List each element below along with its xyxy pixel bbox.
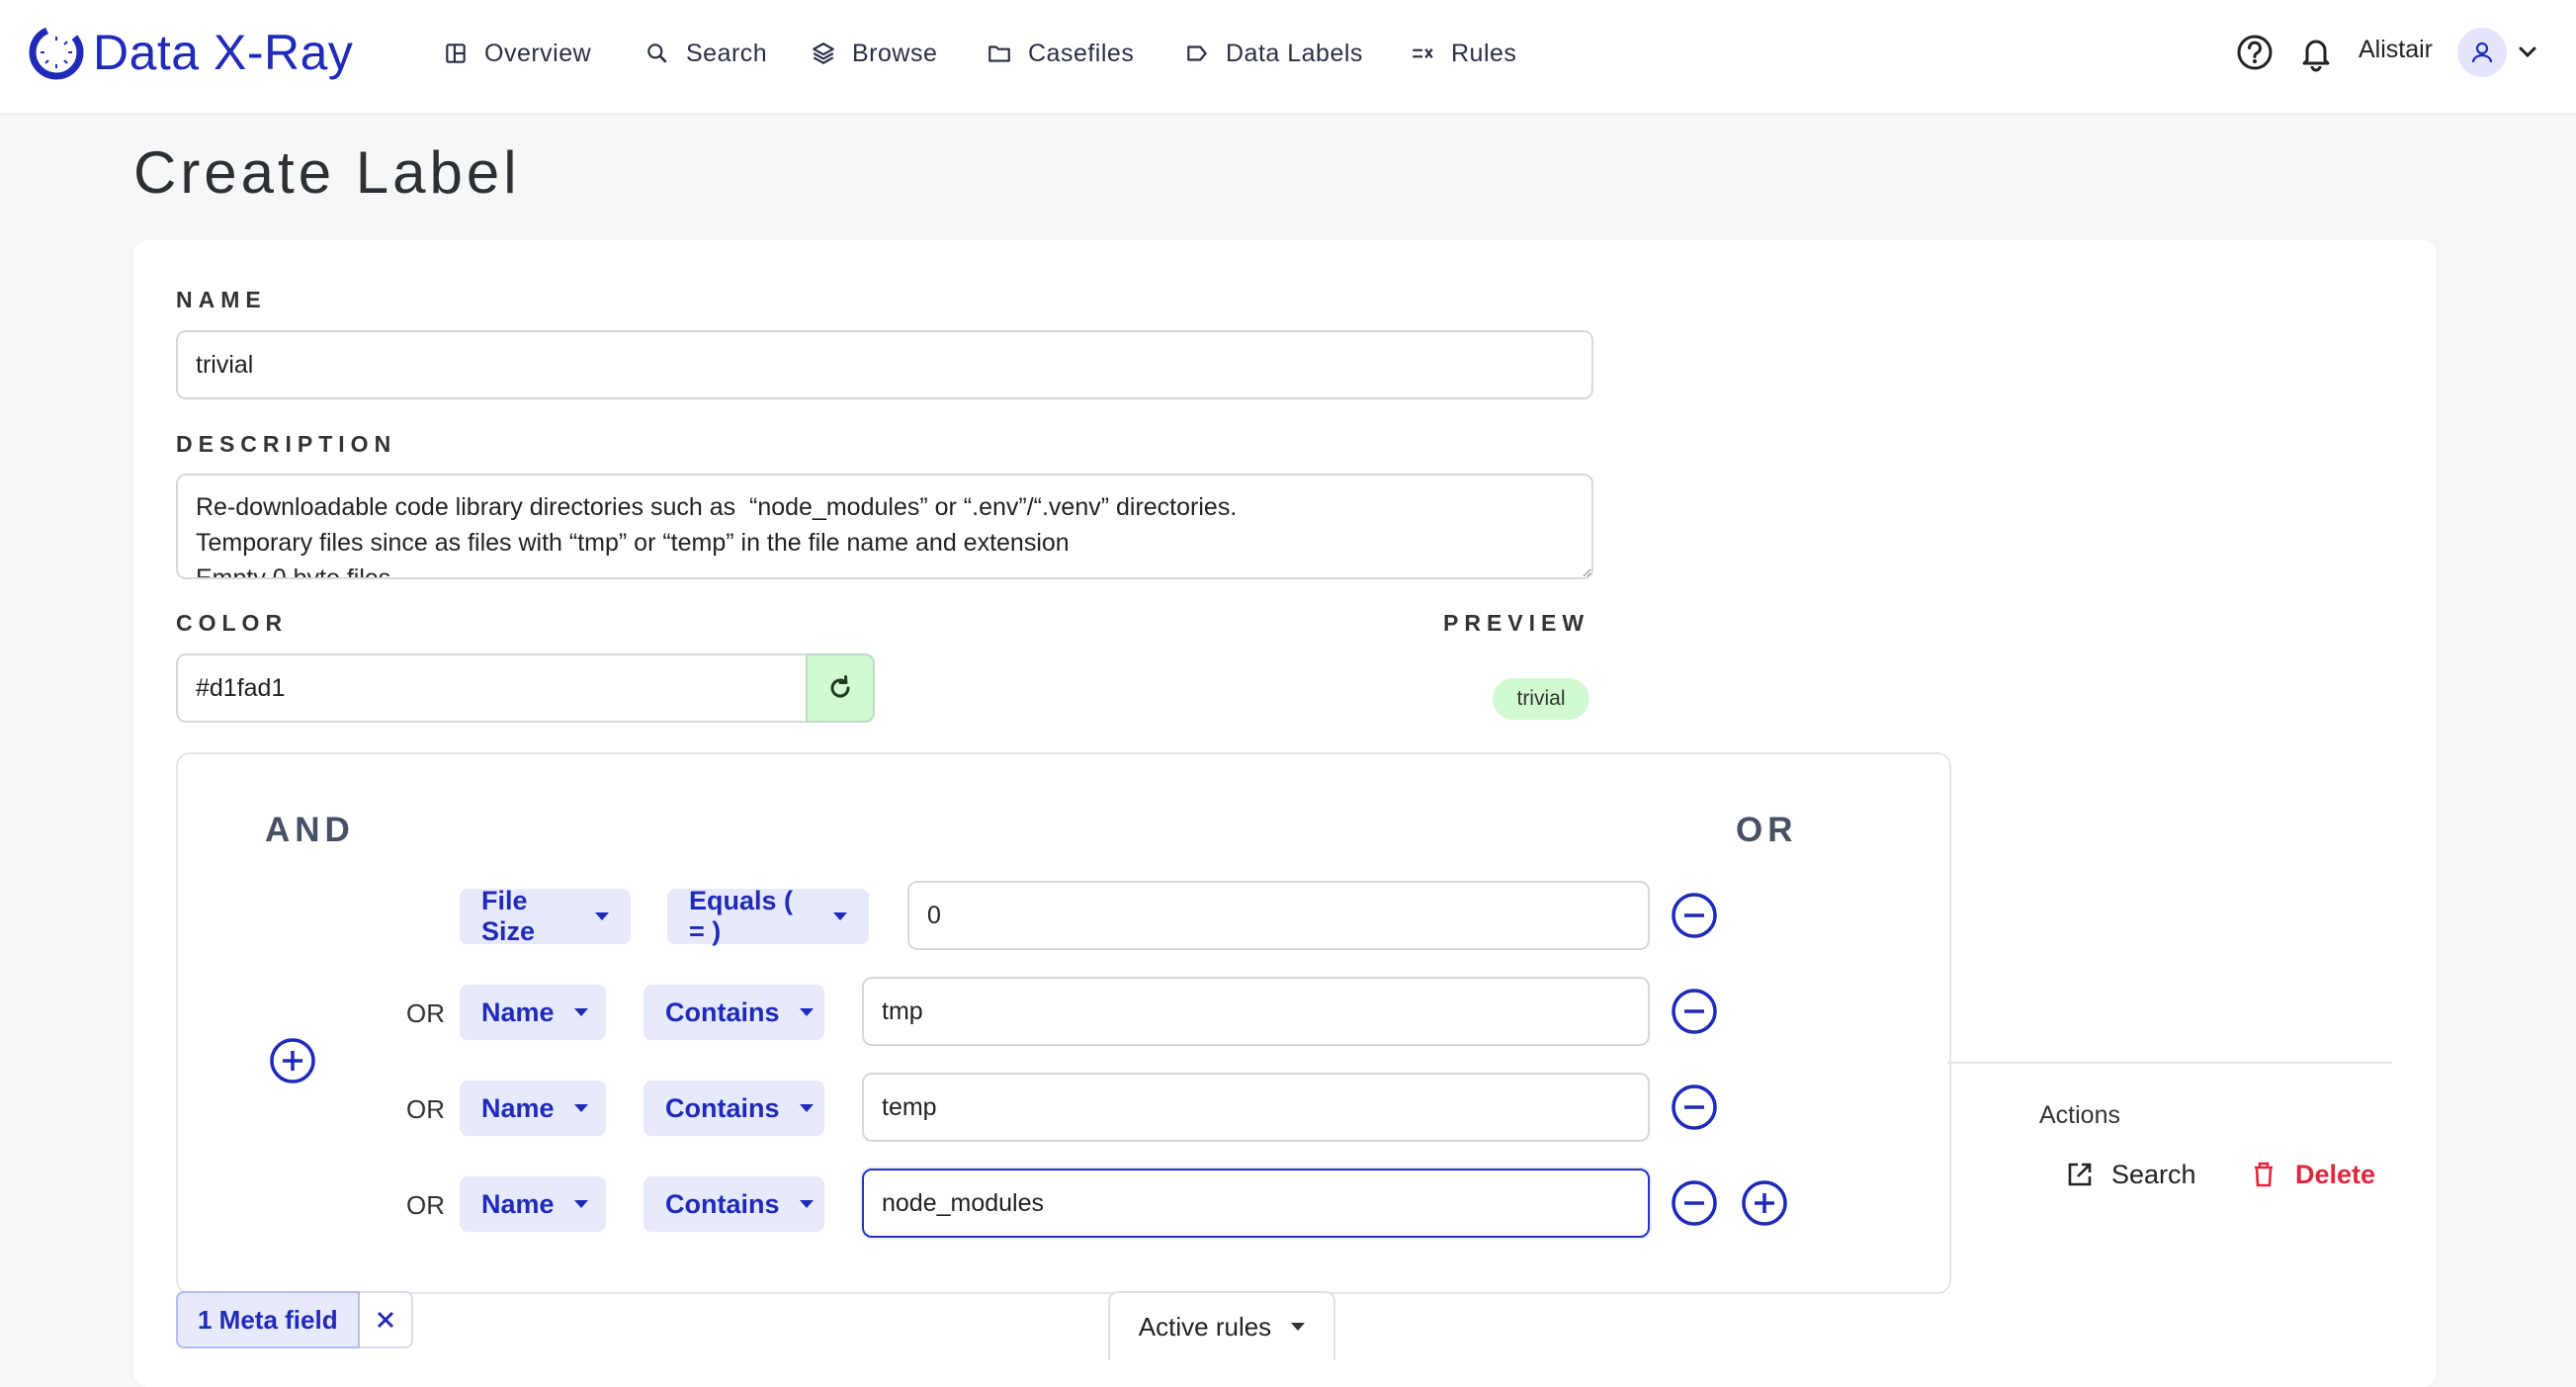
- add-or-rule-icon[interactable]: [1740, 1178, 1789, 1228]
- nav-casefiles-label: Casefiles: [1028, 39, 1135, 67]
- nav-overview-label: Overview: [484, 39, 592, 67]
- nav-rules[interactable]: Rules: [1410, 34, 1516, 73]
- remove-rule-icon[interactable]: [1670, 891, 1719, 940]
- caret-down-icon: [595, 912, 609, 920]
- preview-label: PREVIEW: [1443, 610, 1590, 636]
- layout-icon: [446, 43, 466, 63]
- or-label: OR: [1736, 811, 1798, 849]
- user-icon: [2471, 42, 2493, 63]
- brand-logo[interactable]: Data X-Ray: [28, 22, 353, 83]
- meta-field-label[interactable]: 1 Meta field: [176, 1291, 360, 1348]
- search-icon: [647, 43, 667, 63]
- rule-field-dropdown[interactable]: Name: [460, 985, 606, 1040]
- clear-meta-field-button[interactable]: [359, 1291, 413, 1348]
- nav-browse-label: Browse: [852, 39, 938, 67]
- and-label: AND: [265, 811, 355, 849]
- remove-rule-icon[interactable]: [1670, 1178, 1719, 1228]
- folder-icon: [988, 45, 1010, 62]
- caret-down-icon: [799, 1104, 814, 1112]
- caret-down-icon: [573, 1104, 588, 1112]
- bell-icon[interactable]: [2293, 30, 2339, 75]
- table-divider: [1947, 1062, 2392, 1064]
- rule-value-input[interactable]: [862, 1073, 1650, 1142]
- color-label: COLOR: [176, 610, 289, 636]
- xray-logo-icon: [29, 25, 84, 80]
- layers-icon: [813, 43, 834, 64]
- or-connector: OR: [406, 1094, 445, 1124]
- help-icon[interactable]: [2232, 30, 2277, 75]
- top-navbar: Data X-Ray Overview Search Browse Casefi…: [0, 0, 2576, 113]
- active-rules-dropdown[interactable]: Active rules: [1108, 1291, 1335, 1360]
- rule-operator-value: Equals ( = ): [689, 886, 794, 946]
- avatar[interactable]: [2457, 28, 2507, 77]
- trash-icon: [2255, 1162, 2273, 1187]
- nav-overview[interactable]: Overview: [443, 34, 591, 73]
- preview-badge: trivial: [1493, 678, 1589, 720]
- nav-data-labels-label: Data Labels: [1226, 39, 1363, 67]
- rule-operator-value: Contains: [665, 1188, 780, 1219]
- rule-field-value: Name: [481, 1188, 555, 1219]
- rule-field-value: Name: [481, 1092, 555, 1123]
- nav-rules-label: Rules: [1451, 39, 1517, 67]
- description-textarea[interactable]: Re-downloadable code library directories…: [176, 474, 1593, 579]
- user-name[interactable]: Alistair: [2359, 36, 2433, 64]
- caret-down-icon: [1291, 1323, 1306, 1331]
- page-title: Create Label: [133, 139, 521, 206]
- name-input[interactable]: [176, 330, 1593, 399]
- delete-action-button[interactable]: Delete: [2248, 1159, 2375, 1190]
- name-label: NAME: [176, 287, 267, 312]
- rule-operator-dropdown[interactable]: Contains: [644, 1081, 824, 1136]
- nav-casefiles[interactable]: Casefiles: [987, 34, 1134, 73]
- external-link-icon: [2068, 1163, 2092, 1186]
- delete-action-label: Delete: [2295, 1159, 2376, 1189]
- brand-name: Data X-Ray: [93, 25, 354, 80]
- rule-operator-value: Contains: [665, 1092, 780, 1123]
- search-action-button[interactable]: Search: [2064, 1159, 2196, 1190]
- add-and-group-icon[interactable]: [268, 1036, 317, 1085]
- rules-icon: [1413, 48, 1433, 58]
- nav-data-labels[interactable]: Data Labels: [1184, 34, 1363, 73]
- caret-down-icon: [833, 912, 847, 920]
- nav-search-label: Search: [686, 39, 768, 67]
- or-connector: OR: [406, 998, 445, 1028]
- rule-operator-dropdown[interactable]: Equals ( = ): [667, 886, 869, 946]
- rule-operator-dropdown[interactable]: Contains: [644, 985, 824, 1040]
- actions-column-header: Actions: [2039, 1101, 2120, 1129]
- caret-down-icon: [573, 1008, 588, 1016]
- rule-value-input[interactable]: [862, 1169, 1650, 1238]
- close-icon: [377, 1311, 393, 1329]
- chevron-down-icon[interactable]: [2515, 40, 2540, 65]
- rule-value-input[interactable]: [907, 881, 1650, 950]
- rule-field-dropdown[interactable]: File Size: [460, 886, 631, 946]
- random-color-button[interactable]: [806, 653, 875, 723]
- description-label: DESCRIPTION: [176, 431, 397, 457]
- or-connector: OR: [406, 1190, 445, 1220]
- caret-down-icon: [799, 1008, 814, 1016]
- tag-icon: [1187, 45, 1207, 61]
- rule-field-value: File Size: [481, 886, 536, 946]
- nav-search[interactable]: Search: [644, 34, 767, 73]
- caret-down-icon: [799, 1200, 814, 1208]
- remove-rule-icon[interactable]: [1670, 1083, 1719, 1132]
- rule-field-dropdown[interactable]: Name: [460, 1081, 606, 1136]
- rule-operator-value: Contains: [665, 997, 780, 1027]
- rule-operator-dropdown[interactable]: Contains: [644, 1176, 824, 1232]
- rule-field-value: Name: [481, 997, 555, 1027]
- rule-value-input[interactable]: [862, 977, 1650, 1046]
- search-action-label: Search: [2111, 1159, 2196, 1189]
- remove-rule-icon[interactable]: [1670, 987, 1719, 1036]
- refresh-icon: [830, 675, 850, 698]
- caret-down-icon: [573, 1200, 588, 1208]
- color-input[interactable]: [176, 653, 808, 723]
- meta-field-chip: 1 Meta field: [176, 1291, 413, 1348]
- rule-field-dropdown[interactable]: Name: [460, 1176, 606, 1232]
- nav-browse[interactable]: Browse: [811, 34, 937, 73]
- active-rules-label: Active rules: [1138, 1311, 1272, 1342]
